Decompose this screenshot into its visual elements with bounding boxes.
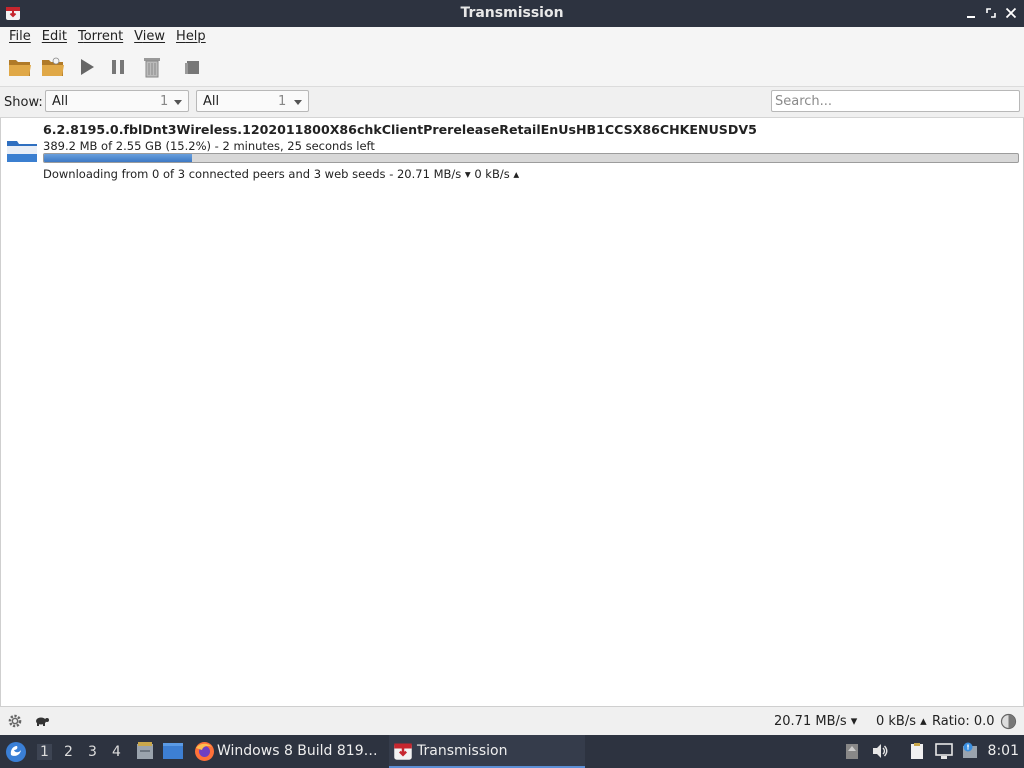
- taskbar: 1 2 3 4 Windows 8 Build 819… Transmissio…: [0, 735, 1024, 768]
- torrent-progress-bar: [43, 153, 1019, 163]
- menu-help[interactable]: Help: [176, 27, 206, 47]
- clock: 8:01: [987, 743, 1019, 759]
- toolbar: [0, 48, 1024, 87]
- network-icon[interactable]: [935, 742, 953, 760]
- task-firefox[interactable]: Windows 8 Build 819…: [191, 735, 381, 768]
- desktop-icon[interactable]: [162, 742, 184, 760]
- ratio-text: Ratio: 0.0: [932, 714, 995, 729]
- remove-icon[interactable]: [140, 56, 164, 78]
- chevron-down-icon: [294, 100, 302, 105]
- menu-edit[interactable]: Edit: [42, 27, 67, 47]
- task-transmission[interactable]: Transmission: [389, 735, 585, 768]
- activity-filter-combo[interactable]: All 1: [45, 90, 189, 112]
- notification-icon[interactable]: [961, 742, 979, 760]
- menu-torrent[interactable]: Torrent: [78, 27, 123, 47]
- close-icon: [1005, 7, 1017, 19]
- start-menu-icon[interactable]: [5, 741, 27, 763]
- open-torrent-icon[interactable]: [8, 56, 32, 78]
- workspace-1[interactable]: 1: [37, 744, 52, 760]
- torrent-progress-fill: [44, 154, 193, 162]
- task-transmission-label: Transmission: [417, 743, 508, 759]
- open-url-icon[interactable]: [41, 56, 65, 78]
- properties-icon[interactable]: [181, 56, 205, 78]
- pause-icon[interactable]: [106, 56, 130, 78]
- workspace-2[interactable]: 2: [64, 744, 73, 760]
- volume-icon[interactable]: [871, 742, 889, 760]
- minimize-button[interactable]: [962, 4, 980, 22]
- file-manager-icon[interactable]: [135, 741, 155, 761]
- status-bar: 20.71 MB/s ▾ 0 kB/s ▴ Ratio: 0.0: [0, 707, 1024, 735]
- close-button[interactable]: [1002, 4, 1020, 22]
- ratio-icon[interactable]: [1000, 713, 1017, 730]
- firefox-icon: [195, 742, 214, 761]
- gear-icon[interactable]: [7, 713, 23, 729]
- title-bar: Transmission: [0, 0, 1024, 27]
- workspace-3[interactable]: 3: [88, 744, 97, 760]
- tracker-filter-combo[interactable]: All 1: [196, 90, 309, 112]
- maximize-button[interactable]: [982, 4, 1000, 22]
- turtle-icon[interactable]: [34, 714, 50, 728]
- window-title: Transmission: [460, 5, 564, 21]
- menu-bar: File Edit Torrent View Help: [0, 27, 1024, 48]
- minimize-icon: [967, 16, 975, 18]
- maximize-icon: [986, 8, 996, 18]
- folder-icon: [7, 141, 37, 162]
- torrent-list[interactable]: 6.2.8195.0.fblDnt3Wireless.1202011800X86…: [0, 118, 1024, 707]
- torrent-name: 6.2.8195.0.fblDnt3Wireless.1202011800X86…: [43, 122, 757, 137]
- filter-bar: Show: All 1 All 1: [0, 87, 1024, 118]
- chevron-down-icon: [174, 100, 182, 105]
- clipboard-icon[interactable]: [908, 742, 926, 760]
- torrent-progress-text: 389.2 MB of 2.55 GB (15.2%) - 2 minutes,…: [43, 139, 375, 153]
- torrent-row[interactable]: 6.2.8195.0.fblDnt3Wireless.1202011800X86…: [1, 118, 1023, 182]
- menu-file[interactable]: File: [9, 27, 31, 47]
- upload-speed: 0 kB/s ▴: [876, 714, 927, 729]
- workspace-4[interactable]: 4: [112, 744, 121, 760]
- start-icon[interactable]: [75, 56, 99, 78]
- download-speed: 20.71 MB/s ▾: [774, 714, 858, 729]
- task-firefox-label: Windows 8 Build 819…: [217, 743, 378, 759]
- torrent-status-text: Downloading from 0 of 3 connected peers …: [43, 167, 520, 181]
- trash-tray-icon[interactable]: [843, 742, 861, 760]
- menu-view[interactable]: View: [134, 27, 165, 47]
- search-input[interactable]: [771, 90, 1020, 112]
- show-label: Show:: [4, 95, 43, 110]
- transmission-icon: [394, 743, 412, 760]
